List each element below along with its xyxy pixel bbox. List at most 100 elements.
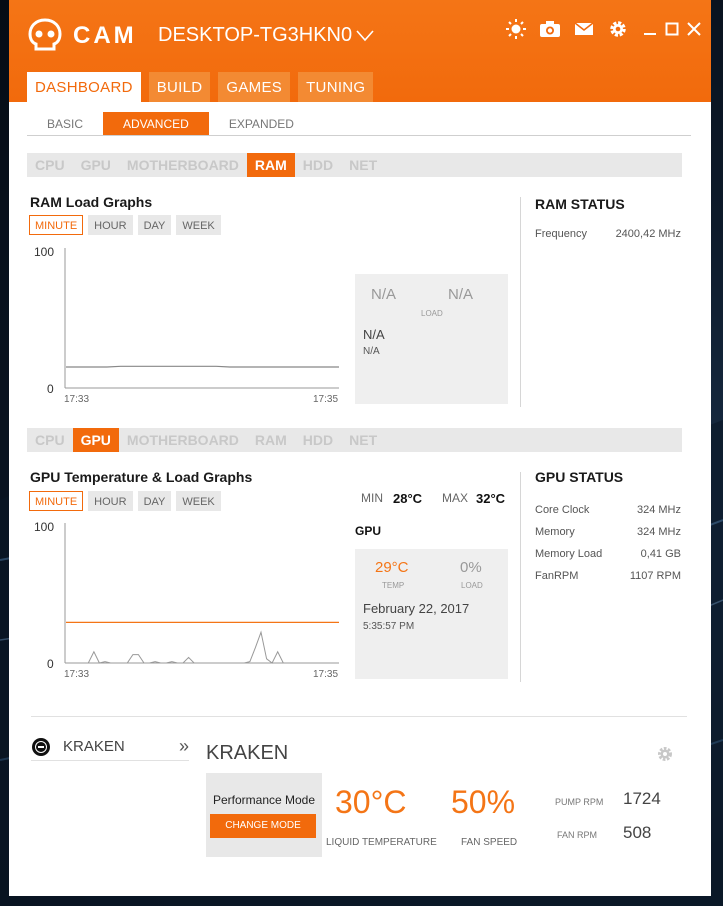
ram-box-value-1: N/A — [371, 286, 397, 303]
tab-dashboard[interactable]: DASHBOARD — [27, 72, 141, 102]
maximize-icon[interactable] — [665, 22, 679, 36]
gpu-box-load: 0% — [460, 559, 482, 576]
liquid-temp-label: LIQUID TEMPERATURE — [326, 837, 437, 848]
tab-games[interactable]: GAMES — [218, 72, 291, 102]
gpu-status-memory-load: Memory Load 0,41 GB — [535, 548, 681, 560]
fan-speed-label: FAN SPEED — [461, 837, 518, 848]
ram-range-buttons: MINUTE HOUR DAY WEEK — [29, 215, 221, 235]
ram-y-min: 0 — [47, 382, 54, 396]
ram-box-load-label: LOAD — [421, 309, 443, 318]
kraken-device-icon — [32, 737, 50, 756]
gpu-y-max: 100 — [34, 520, 55, 534]
gpu-status-memory: Memory 324 MHz — [535, 526, 681, 538]
gpu-tab-cpu[interactable]: CPU — [27, 428, 73, 452]
gpu-box-time: 5:35:57 PM — [363, 621, 415, 632]
gpu-status-title: GPU STATUS — [535, 469, 624, 485]
pump-rpm-label: PUMP RPM — [555, 797, 604, 807]
gpu-range-day[interactable]: DAY — [137, 491, 172, 511]
gpu-time-start: 17:33 — [64, 669, 90, 680]
change-mode-button[interactable]: CHANGE MODE — [210, 814, 316, 838]
gpu-tab-net[interactable]: NET — [341, 428, 385, 452]
gpu-load-line — [66, 630, 339, 664]
fan-rpm-value: 508 — [623, 823, 652, 842]
gpu-min-value: 28°C — [393, 491, 423, 506]
liquid-temp-value: 30°C — [335, 784, 407, 820]
ram-tab-gpu[interactable]: GPU — [73, 153, 119, 177]
ram-time-end: 17:35 — [313, 394, 339, 405]
gpu-box-temp: 29°C — [375, 559, 409, 576]
gpu-range-week[interactable]: WEEK — [176, 491, 221, 511]
view-mode-tabs: BASIC ADVANCED EXPANDED — [27, 112, 691, 136]
gpu-tab-ram[interactable]: RAM — [247, 428, 295, 452]
close-icon[interactable] — [687, 22, 701, 36]
gpu-divider — [520, 472, 521, 682]
brightness-icon[interactable] — [505, 18, 527, 40]
gear-icon[interactable] — [607, 18, 629, 40]
gpu-graph-title: GPU Temperature & Load Graphs — [30, 469, 253, 485]
kraken-nav-label: KRAKEN — [63, 738, 125, 755]
ram-range-minute[interactable]: MINUTE — [29, 215, 84, 235]
ram-tab-motherboard[interactable]: MOTHERBOARD — [119, 153, 247, 177]
gpu-max-label: MAX — [442, 491, 469, 505]
tab-advanced[interactable]: ADVANCED — [103, 112, 209, 135]
tab-expanded[interactable]: EXPANDED — [209, 112, 314, 135]
ram-time-start: 17:33 — [64, 394, 90, 405]
gpu-box-temp-label: TEMP — [382, 581, 405, 590]
gpu-time-end: 17:35 — [313, 669, 339, 680]
gpu-tab-hdd[interactable]: HDD — [295, 428, 341, 452]
ram-range-hour[interactable]: HOUR — [88, 215, 133, 235]
kraken-settings-icon[interactable] — [656, 745, 674, 763]
kraken-divider — [31, 716, 687, 717]
pump-rpm-value: 1724 — [623, 789, 661, 808]
ram-y-max: 100 — [34, 245, 55, 259]
app-title: CAM — [73, 22, 137, 49]
ram-range-week[interactable]: WEEK — [176, 215, 221, 235]
tab-tuning[interactable]: TUNING — [298, 72, 374, 102]
kraken-nav-arrow[interactable]: » — [179, 736, 189, 757]
gpu-range-hour[interactable]: HOUR — [88, 491, 133, 511]
ram-box-line-2: N/A — [363, 346, 380, 357]
minimize-icon[interactable] — [643, 22, 657, 36]
kraken-nav-item[interactable]: KRAKEN » — [31, 733, 189, 761]
camera-icon[interactable] — [539, 18, 561, 40]
gpu-component-tabs: CPU GPU MOTHERBOARD RAM HDD NET — [27, 428, 682, 452]
fan-speed-value: 50% — [451, 784, 516, 820]
ram-status-title: RAM STATUS — [535, 196, 625, 212]
kraken-title: KRAKEN — [206, 742, 289, 764]
ram-divider — [520, 197, 521, 407]
gpu-box-title: GPU — [355, 524, 382, 538]
gpu-range-minute[interactable]: MINUTE — [29, 491, 84, 511]
ram-range-day[interactable]: DAY — [137, 215, 172, 235]
gpu-info-box: 29°C TEMP 0% LOAD February 22, 2017 5:35… — [355, 549, 508, 679]
ram-tab-net[interactable]: NET — [341, 153, 385, 177]
cam-window: CAM DESKTOP-TG3HKN0 DASHBOARD BUILD GAME… — [9, 0, 711, 896]
kraken-mode-panel: Performance Mode CHANGE MODE — [206, 773, 322, 857]
main-tabs: DASHBOARD BUILD GAMES TUNING — [27, 72, 374, 102]
gpu-y-min: 0 — [47, 657, 54, 671]
ram-graph-title: RAM Load Graphs — [30, 194, 153, 210]
device-selector[interactable]: DESKTOP-TG3HKN0 — [158, 24, 374, 47]
ram-info-box: N/A N/A LOAD N/A N/A — [355, 274, 508, 404]
ram-box-line-1: N/A — [363, 327, 385, 342]
gpu-tab-gpu[interactable]: GPU — [72, 428, 119, 452]
app-header: CAM DESKTOP-TG3HKN0 DASHBOARD BUILD GAME… — [9, 0, 711, 102]
ram-load-graph — [64, 248, 339, 389]
tab-basic[interactable]: BASIC — [27, 112, 103, 135]
mail-icon[interactable] — [573, 18, 595, 40]
tab-build[interactable]: BUILD — [148, 72, 211, 102]
gpu-tab-motherboard[interactable]: MOTHERBOARD — [119, 428, 247, 452]
gpu-range-buttons: MINUTE HOUR DAY WEEK — [29, 491, 221, 511]
ram-tab-ram[interactable]: RAM — [246, 153, 295, 177]
gpu-temp-load-graph — [64, 523, 339, 664]
ram-tab-cpu[interactable]: CPU — [27, 153, 73, 177]
gpu-box-load-label: LOAD — [461, 581, 483, 590]
cam-logo-icon — [28, 18, 62, 51]
device-name: DESKTOP-TG3HKN0 — [158, 24, 353, 46]
ram-load-line — [66, 365, 339, 368]
chevron-down-icon — [356, 29, 374, 41]
gpu-status-fan-rpm: FanRPM 1107 RPM — [535, 570, 681, 582]
ram-component-tabs: CPU GPU MOTHERBOARD RAM HDD NET — [27, 153, 682, 177]
gpu-max-value: 32°C — [476, 491, 506, 506]
ram-tab-hdd[interactable]: HDD — [295, 153, 341, 177]
fan-rpm-label: FAN RPM — [557, 830, 598, 840]
